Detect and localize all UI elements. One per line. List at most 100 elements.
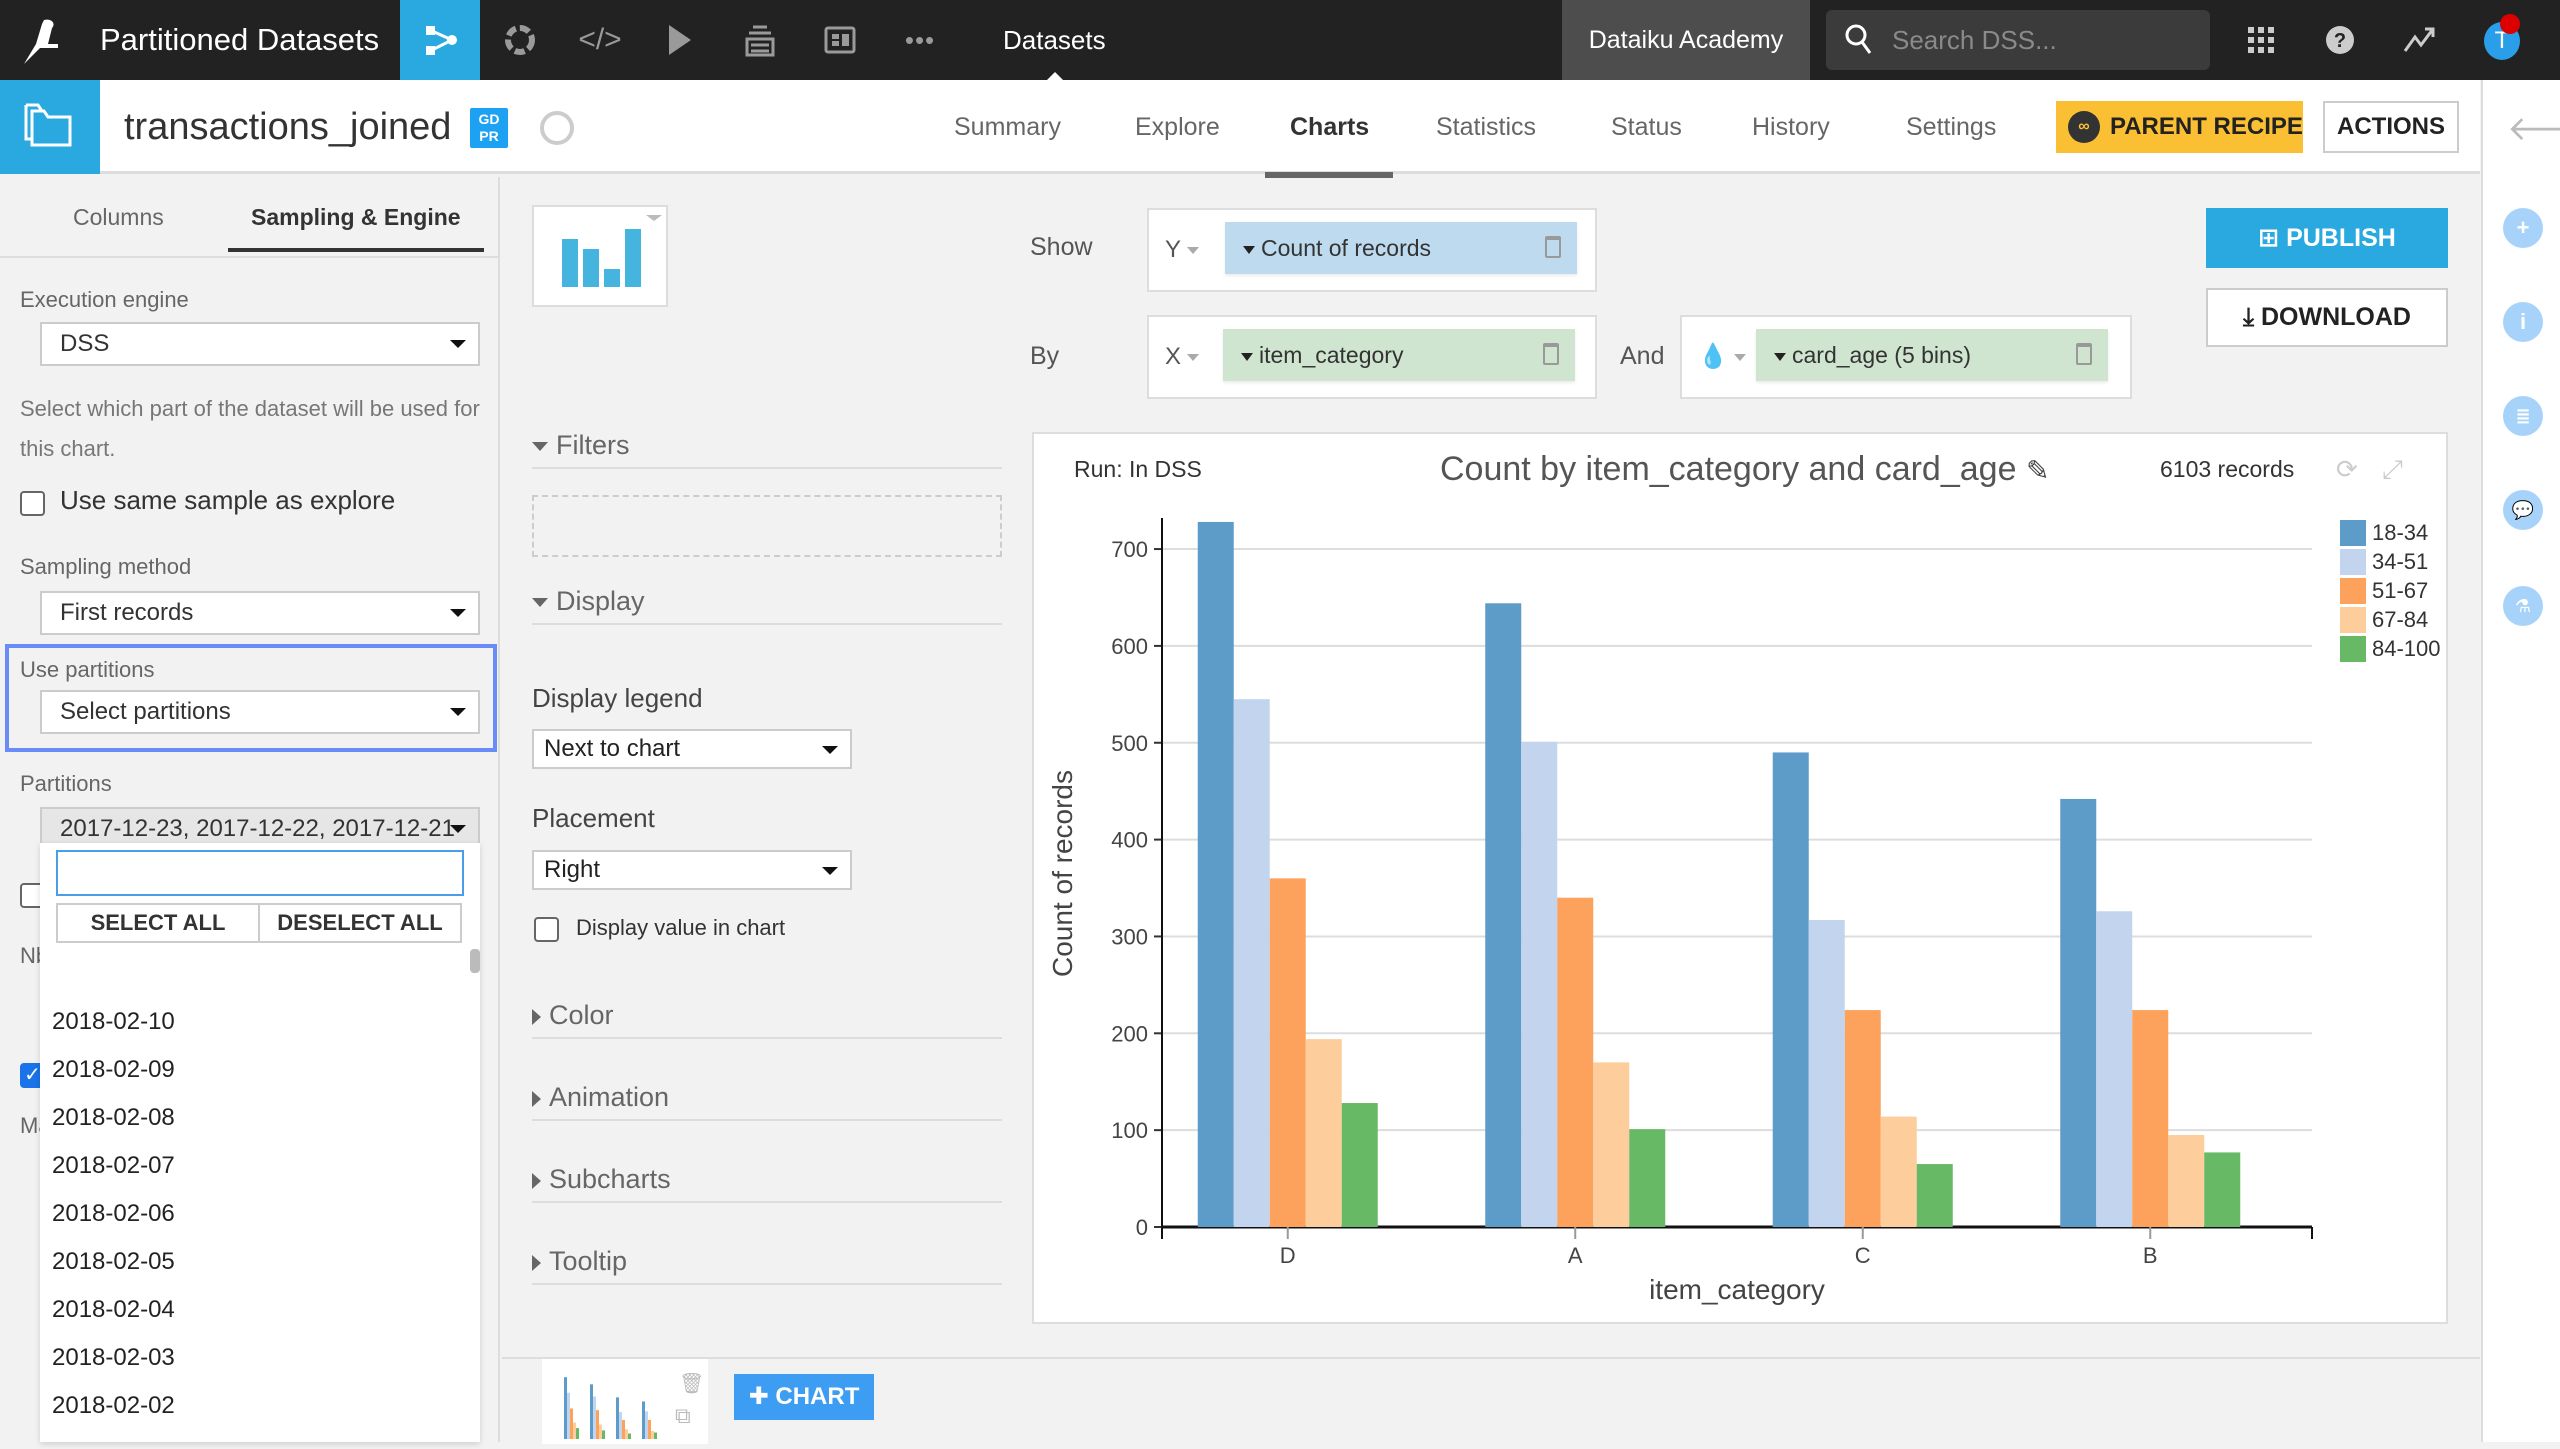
display-section[interactable]: Display <box>532 583 1002 625</box>
dropdown-scrollbar[interactable] <box>470 949 480 973</box>
execution-engine-label: Execution engine <box>20 287 189 312</box>
display-legend-select[interactable]: Next to chart <box>532 729 852 769</box>
animation-section[interactable]: Animation <box>532 1079 1002 1121</box>
partition-option[interactable]: 2018-02-09 <box>52 1056 175 1084</box>
gdpr-badge[interactable]: GD PR <box>470 108 508 148</box>
parent-recipe-button[interactable]: ∞ PARENT RECIPE <box>2056 101 2303 153</box>
partition-option[interactable]: 2018-02-03 <box>52 1344 175 1372</box>
tab-sampling-engine[interactable]: Sampling & Engine <box>251 177 461 257</box>
flow-icon[interactable] <box>400 0 480 80</box>
section-datasets[interactable]: Datasets <box>1003 0 1106 80</box>
caret-down-icon <box>1241 352 1253 361</box>
info-icon[interactable]: i <box>2503 302 2543 342</box>
instance-name[interactable]: Dataiku Academy <box>1562 0 1810 80</box>
filters-drop-zone[interactable] <box>532 495 1002 557</box>
same-sample-checkbox[interactable] <box>20 491 45 516</box>
tab-summary[interactable]: Summary <box>954 80 1061 174</box>
activity-icon[interactable] <box>2400 20 2440 60</box>
partition-option[interactable]: 2018-02-08 <box>52 1104 175 1132</box>
add-chart-button[interactable]: ✚ CHART <box>734 1374 874 1420</box>
delete-chart-icon[interactable]: 🗑 <box>679 1371 704 1396</box>
select-all-button[interactable]: SELECT ALL <box>56 903 260 943</box>
tab-statistics[interactable]: Statistics <box>1436 80 1536 174</box>
bar-chart: 0 100 200 300 400 500 600 700 D A C Bitem_category C… <box>1047 518 2441 1305</box>
search-input[interactable] <box>1892 24 2192 56</box>
tooltip-section[interactable]: Tooltip <box>532 1243 1002 1285</box>
show-label: Show <box>1030 233 1093 261</box>
sampling-help-text: Select which part of the dataset will be… <box>20 396 480 461</box>
trash-icon[interactable] <box>1545 236 1561 258</box>
duplicate-chart-icon[interactable]: ⧉ <box>675 1403 691 1429</box>
y-tick-label: 100 <box>1111 1118 1148 1143</box>
publish-button[interactable]: ⊞ PUBLISH <box>2206 208 2448 268</box>
partition-option[interactable]: 2018-02-10 <box>52 1008 175 1036</box>
dataset-status-icon[interactable] <box>540 111 574 145</box>
x-dimension-pill[interactable]: item_category <box>1223 329 1575 381</box>
publish-icon: ⊞ <box>2258 224 2287 252</box>
tab-settings[interactable]: Settings <box>1906 80 1996 174</box>
placement-select[interactable]: Right <box>532 850 852 890</box>
tab-columns[interactable]: Columns <box>73 177 164 257</box>
add-icon[interactable]: + <box>2503 208 2543 248</box>
run-icon[interactable] <box>640 0 720 80</box>
display-value-label: Display value in chart <box>576 915 786 940</box>
partition-option[interactable]: 2018-02-06 <box>52 1200 175 1228</box>
y-axis-selector[interactable]: Y <box>1165 210 1200 290</box>
apps-grid-icon[interactable] <box>2241 20 2281 60</box>
lab-icon[interactable] <box>480 0 560 80</box>
code-icon[interactable]: </> <box>560 0 640 80</box>
subcharts-label: Subcharts <box>549 1164 671 1194</box>
color-dimension-label: card_age (5 bins) <box>1792 342 1971 368</box>
x-axis-selector[interactable]: X <box>1165 317 1200 397</box>
execution-engine-select[interactable]: DSS <box>40 322 480 366</box>
chart-thumbnail[interactable]: 🗑 ⧉ <box>542 1359 708 1444</box>
deploy-icon[interactable] <box>720 0 800 80</box>
x-tick-label: D <box>1280 1243 1296 1268</box>
lab-microscope-icon[interactable]: ⚗ <box>2503 586 2543 626</box>
plus-icon: ✚ <box>748 1383 776 1410</box>
trash-icon[interactable] <box>2076 343 2092 365</box>
display-value-checkbox[interactable] <box>534 917 559 942</box>
partition-search-input[interactable] <box>56 850 464 896</box>
subcharts-section[interactable]: Subcharts <box>532 1161 1002 1203</box>
color-section[interactable]: Color <box>532 997 1002 1039</box>
schema-list-icon[interactable]: ≣ <box>2503 396 2543 436</box>
dashboard-icon[interactable] <box>800 0 880 80</box>
tab-explore[interactable]: Explore <box>1135 80 1220 174</box>
bar-D-67-84 <box>1305 1039 1342 1227</box>
chevron-down-icon <box>822 867 838 875</box>
filters-section[interactable]: Filters <box>532 427 1002 469</box>
y-axis-label: Y <box>1165 236 1182 263</box>
project-title[interactable]: Partitioned Datasets <box>100 0 379 80</box>
collapse-arrow-icon[interactable]: 🡐 <box>2507 108 2560 149</box>
tab-history[interactable]: History <box>1752 80 1830 174</box>
download-button[interactable]: ⤓ DOWNLOAD <box>2206 288 2448 347</box>
use-partitions-select[interactable]: Select partitions <box>40 690 480 734</box>
search-box[interactable] <box>1826 10 2210 70</box>
section-caret-icon <box>1047 72 1063 80</box>
more-icon[interactable]: ••• <box>880 0 960 80</box>
help-icon[interactable]: ? <box>2320 20 2360 60</box>
trash-icon[interactable] <box>1543 343 1559 365</box>
chart-type-selector[interactable] <box>532 205 668 307</box>
top-navbar: Partitioned Datasets </> ••• Datasets Da… <box>0 0 2560 80</box>
color-selector[interactable]: 💧 <box>1698 317 1746 397</box>
tab-status[interactable]: Status <box>1611 80 1682 174</box>
dataset-name[interactable]: transactions_joined <box>124 80 451 174</box>
partitions-value: 2017-12-23, 2017-12-22, 2017-12-21 <box>60 815 455 842</box>
y-measure-pill[interactable]: Count of records <box>1225 222 1577 274</box>
discussion-icon[interactable]: 💬 <box>2503 490 2543 530</box>
partition-option[interactable]: 2018-02-07 <box>52 1152 175 1180</box>
tab-charts[interactable]: Charts <box>1290 80 1369 174</box>
partition-option[interactable]: 2018-02-04 <box>52 1296 175 1324</box>
thumb-bar <box>599 1424 602 1439</box>
color-dimension-pill[interactable]: card_age (5 bins) <box>1756 329 2108 381</box>
partition-option[interactable]: 2018-02-05 <box>52 1248 175 1276</box>
partition-option[interactable]: 2018-02-02 <box>52 1392 175 1420</box>
legend-swatch-51-67 <box>2340 578 2366 604</box>
bar-A-18-34 <box>1485 603 1522 1227</box>
actions-button[interactable]: ACTIONS <box>2323 101 2459 153</box>
sampling-method-select[interactable]: First records <box>40 591 480 635</box>
deselect-all-button[interactable]: DESELECT ALL <box>258 903 462 943</box>
dataiku-logo-icon[interactable] <box>14 14 66 66</box>
